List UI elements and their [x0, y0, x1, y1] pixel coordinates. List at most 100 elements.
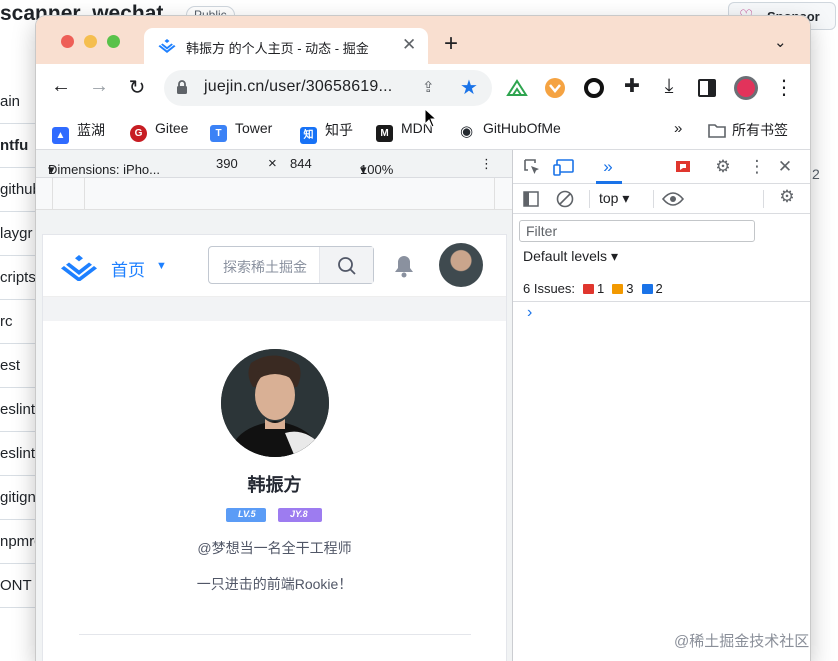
bookmark-item[interactable]: 知知乎	[300, 120, 353, 144]
context-select[interactable]: top ▾	[599, 190, 629, 207]
profile-avatar[interactable]	[221, 349, 329, 457]
file-row[interactable]: rc	[0, 300, 40, 344]
log-levels-select[interactable]: Default levels ▾	[523, 248, 618, 265]
console-prompt-icon[interactable]: ›	[527, 304, 532, 322]
bookmark-item[interactable]: T Tower	[210, 120, 272, 142]
search-icon	[338, 257, 356, 275]
ruler-mark	[84, 178, 85, 210]
file-row[interactable]: eslintr	[0, 432, 40, 476]
gitee-icon: G	[130, 125, 147, 142]
bookmark-label: 蓝湖	[77, 122, 105, 138]
download-icon[interactable]: ⤓	[656, 75, 682, 98]
chevron-down-icon: ▾	[48, 162, 55, 177]
error-icon	[583, 284, 595, 294]
share-icon[interactable]: ⇪	[422, 78, 435, 96]
times-icon: ×	[268, 155, 277, 172]
file-row[interactable]: est	[0, 344, 40, 388]
file-row[interactable]: laygr	[0, 212, 40, 256]
zhihu-icon: 知	[300, 127, 317, 144]
back-icon[interactable]: ←	[48, 75, 74, 98]
device-toggle-icon[interactable]	[553, 158, 575, 176]
separator	[589, 190, 590, 208]
media-query-ruler	[36, 178, 512, 210]
extension-ring-icon[interactable]	[583, 77, 605, 99]
tab-active[interactable]: 韩振方 的个人主页 - 动态 - 掘金 ✕	[144, 28, 428, 64]
bookmark-item[interactable]: ▲ 蓝湖	[52, 120, 105, 144]
mouse-cursor-icon	[424, 108, 438, 128]
extension-mountain-icon[interactable]	[506, 78, 528, 98]
profile-avatar-icon[interactable]	[733, 75, 759, 101]
device-toolbar: Dimensions: iPho... ▾ 390 × 844 100% ▾ ⋮	[36, 150, 512, 178]
forward-icon[interactable]: →	[86, 75, 112, 98]
bookmark-label: Tower	[235, 120, 273, 136]
tab-title: 韩振方 的个人主页 - 动态 - 掘金	[186, 41, 369, 56]
extension-orange-icon[interactable]	[544, 77, 566, 99]
extensions-puzzle-icon[interactable]: ✚	[619, 75, 645, 98]
issues-bar[interactable]: 6 Issues: 1 3 2	[513, 274, 810, 302]
sidebar-toggle-icon[interactable]	[523, 191, 539, 207]
toolbar: ← → ↻ juejin.cn/user/30658619... ⇪ ★ ✚ ⤓…	[36, 64, 810, 112]
tab-close-icon[interactable]: ✕	[402, 35, 416, 55]
tab-strip: 韩振方 的个人主页 - 动态 - 掘金 ✕ + ⌄	[36, 16, 810, 64]
search-box[interactable]: 探索稀土掘金	[208, 246, 374, 284]
file-row[interactable]: github	[0, 168, 40, 212]
bookmark-item[interactable]: ◉ GitHubOfMe	[458, 120, 561, 140]
issues-flag-icon[interactable]	[675, 160, 691, 174]
bookmark-item[interactable]: G Gitee	[130, 120, 188, 142]
error-count: 1	[597, 281, 605, 296]
filter-input[interactable]: Filter	[519, 220, 755, 242]
chrome-menu-icon[interactable]: ⋮	[771, 75, 797, 100]
devtools-tabs: » ⚙ ⋮ ✕	[513, 150, 810, 184]
user-bio: 一只进击的前端Rookie！	[196, 576, 353, 592]
juejin-header: 首页 ▼ 探索稀土掘金	[43, 235, 506, 297]
juejin-logo-icon[interactable]	[61, 253, 97, 281]
caret-down-icon[interactable]: ▼	[156, 260, 167, 272]
file-row[interactable]: ntfu	[0, 124, 40, 168]
reload-icon[interactable]: ↻	[124, 75, 150, 100]
level-badge[interactable]: LV.5	[226, 508, 266, 522]
levels-label: Default levels	[523, 248, 608, 264]
height-input[interactable]: 844	[290, 156, 312, 171]
divider	[79, 634, 471, 635]
zoom-window-icon[interactable]	[107, 35, 120, 48]
file-row[interactable]: cripts	[0, 256, 40, 300]
file-row[interactable]: npmrc	[0, 520, 40, 564]
close-window-icon[interactable]	[61, 35, 74, 48]
bell-icon[interactable]	[393, 254, 415, 278]
console-settings-gear-icon[interactable]: ⚙	[776, 187, 798, 207]
address-bar[interactable]: juejin.cn/user/30658619... ⇪ ★	[164, 70, 492, 106]
side-panel-icon[interactable]	[698, 79, 716, 97]
ruler-mark	[52, 178, 53, 210]
device-label: Dimensions: iPho...	[48, 162, 160, 177]
clear-console-icon[interactable]	[556, 190, 574, 208]
new-tab-icon[interactable]: +	[444, 30, 458, 58]
width-input[interactable]: 390	[216, 156, 238, 171]
devtools-more-icon[interactable]: ⋮	[746, 157, 768, 177]
tab-search-icon[interactable]: ⌄	[774, 33, 787, 51]
user-avatar-small[interactable]	[439, 243, 483, 287]
minimize-window-icon[interactable]	[84, 35, 97, 48]
bookmark-label: Gitee	[155, 120, 189, 136]
settings-gear-icon[interactable]: ⚙	[712, 157, 734, 177]
bookmark-star-icon[interactable]: ★	[460, 75, 478, 100]
jy-badge[interactable]: JY.8	[278, 508, 322, 522]
search-button[interactable]	[319, 247, 373, 283]
all-bookmarks-folder[interactable]: 所有书签	[708, 120, 788, 140]
file-row[interactable]: gitign	[0, 476, 40, 520]
header-band	[43, 297, 506, 321]
file-row[interactable]: eslint	[0, 388, 40, 432]
inspect-element-icon[interactable]	[523, 158, 541, 176]
home-nav[interactable]: 首页	[111, 256, 145, 281]
eye-icon[interactable]	[662, 191, 684, 207]
file-list: ain ntfu github laygr cripts rc est esli…	[0, 80, 40, 608]
folder-icon	[708, 124, 726, 138]
close-devtools-icon[interactable]: ✕	[774, 157, 796, 177]
console-toolbar: top ▾ ⚙	[513, 184, 810, 214]
file-row[interactable]: ONT	[0, 564, 40, 608]
file-row[interactable]: ain	[0, 80, 40, 124]
device-more-icon[interactable]: ⋮	[480, 156, 493, 172]
bookmarks-overflow-icon[interactable]: »	[674, 120, 682, 137]
more-tabs-icon[interactable]: »	[597, 157, 619, 177]
devtools-panel: » ⚙ ⋮ ✕ top ▾ ⚙ Filter Default levels ▾ …	[512, 150, 810, 661]
context-label: top	[599, 190, 619, 206]
